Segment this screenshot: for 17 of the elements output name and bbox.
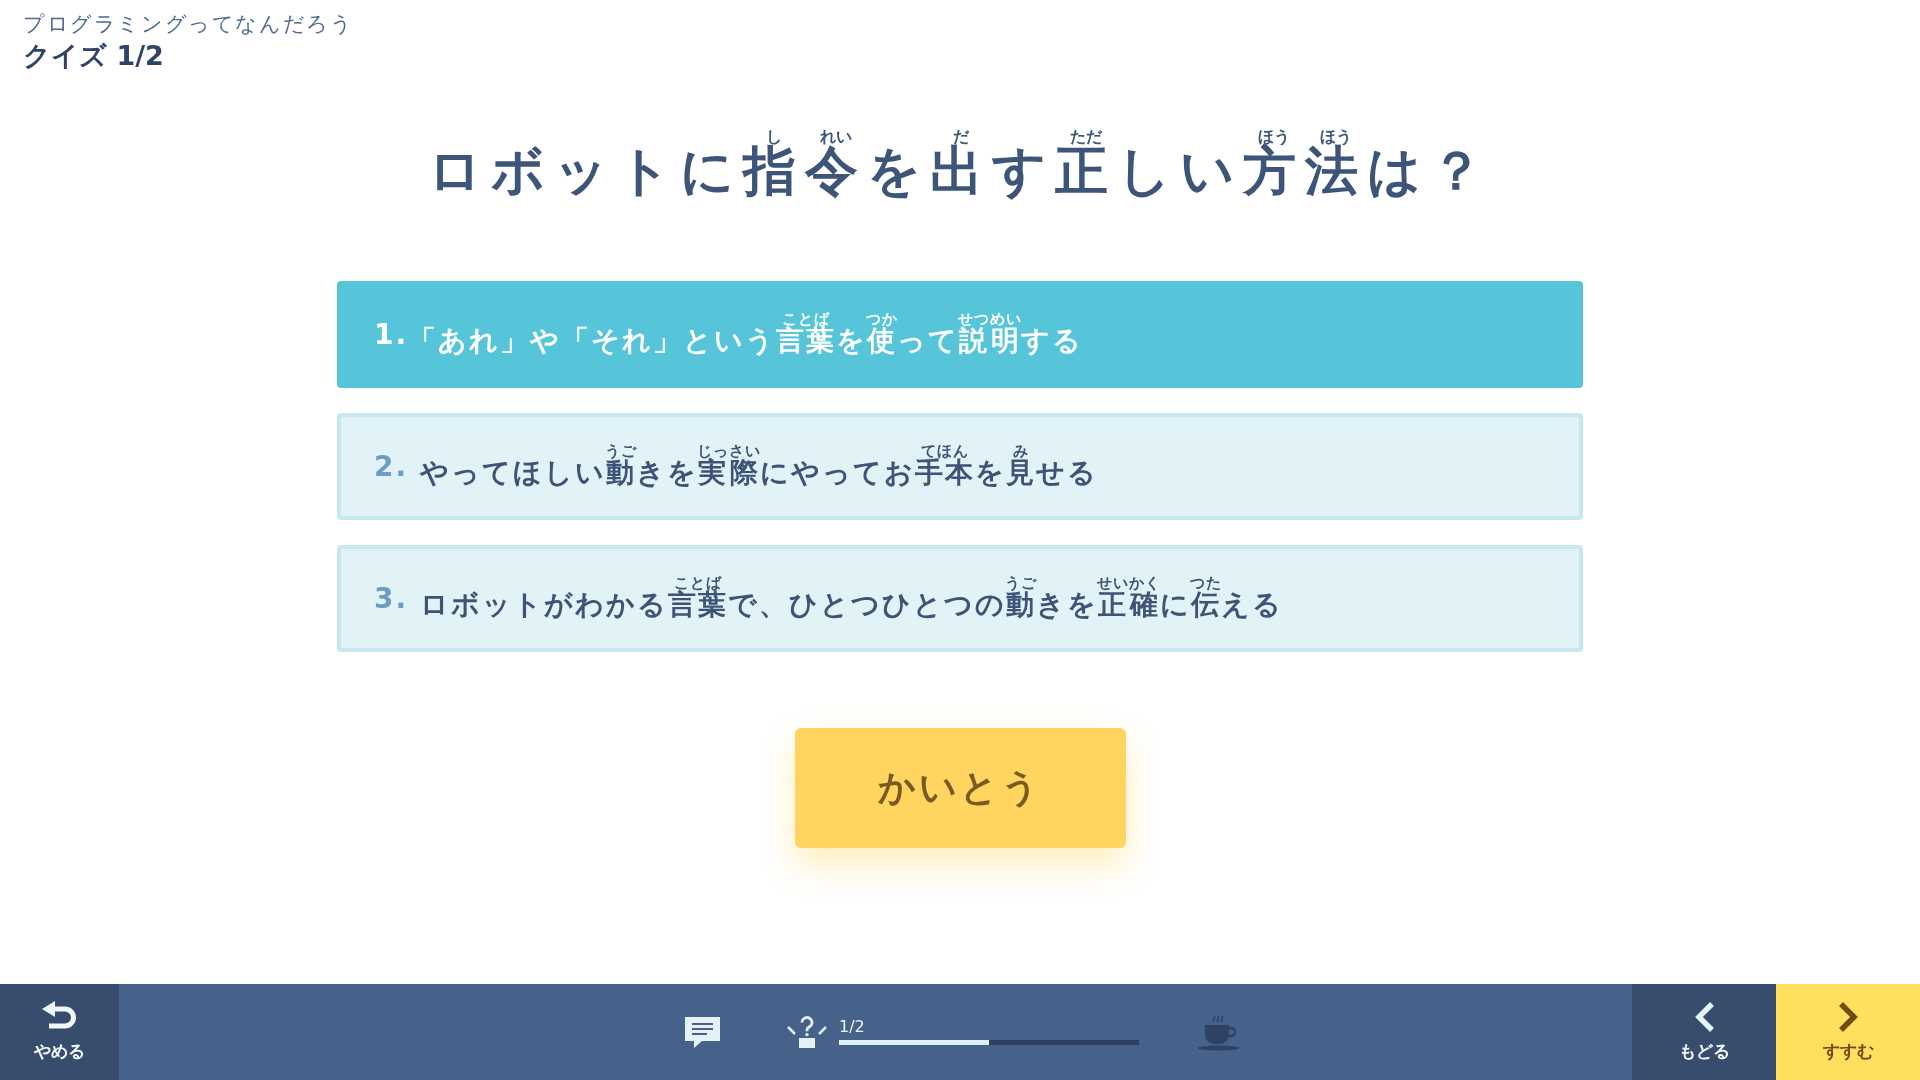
progress-label: 1/2 — [839, 1017, 865, 1036]
chevron-left-icon — [1693, 1001, 1715, 1033]
chat-button[interactable] — [685, 1016, 720, 1048]
chevron-right-icon — [1837, 1001, 1859, 1033]
answer-option[interactable]: 3. ロボットがわかる 言葉 ことば で、ひとつひとつの動 うご きを正確 せいかく に伝 つた える — [337, 545, 1583, 652]
hint-button[interactable] — [787, 1016, 827, 1048]
chat-icon — [685, 1016, 720, 1048]
next-button[interactable]: すすむ — [1776, 984, 1920, 1080]
quit-button[interactable]: やめる — [0, 984, 119, 1080]
coffee-cup-icon — [1198, 1013, 1239, 1051]
lesson-title: プログラミングってなんだろう — [23, 11, 354, 38]
hint-lamp-icon — [787, 1016, 827, 1048]
answer-option[interactable]: 2. やってほしい動 うご きを実際 じっさい にやってお手本 てほん を見 み せる — [337, 413, 1583, 520]
back-button[interactable]: もどる — [1632, 984, 1776, 1080]
undo-icon — [42, 1001, 77, 1031]
quiz-counter: クイズ 1/2 — [23, 39, 164, 73]
answer-button[interactable]: かいとう — [794, 728, 1126, 848]
